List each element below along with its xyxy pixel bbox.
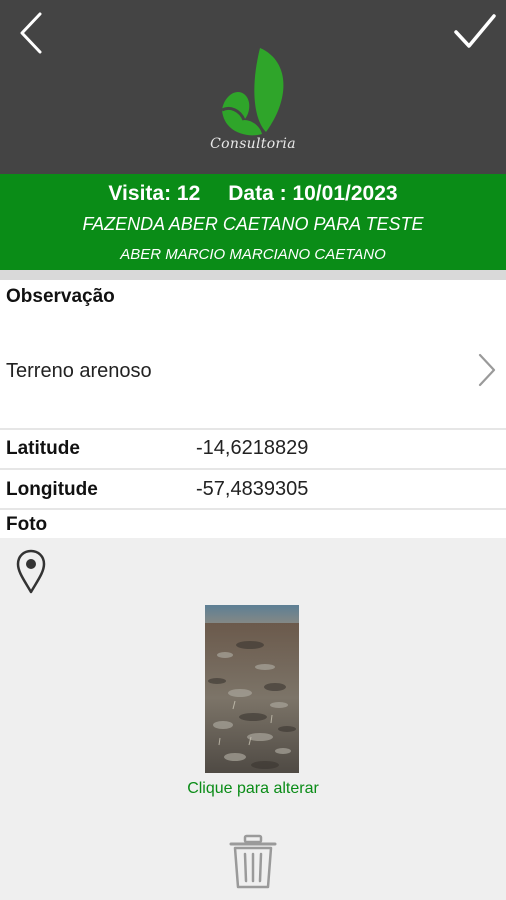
logo-text: Consultoria	[210, 136, 296, 152]
divider	[0, 428, 506, 430]
longitude-value: -57,4839305	[196, 478, 309, 500]
latitude-label: Latitude	[6, 438, 80, 459]
owner-name: ABER MARCIO MARCIANO CAETANO	[120, 246, 386, 263]
divider	[0, 508, 506, 510]
divider	[0, 468, 506, 470]
soil-photo	[205, 605, 299, 773]
checkmark-icon	[454, 14, 496, 48]
visit-number: Visita: 12	[108, 182, 201, 205]
farm-name: FAZENDA ABER CAETANO PARA TESTE	[82, 214, 424, 234]
confirm-button[interactable]	[452, 12, 498, 52]
visit-banner: Visita: 12 Data : 10/01/2023 FAZENDA ABER…	[0, 174, 506, 270]
observation-value: Terreno arenoso	[6, 360, 152, 382]
location-button[interactable]	[14, 548, 48, 594]
app-header: Consultoria	[0, 0, 506, 174]
map-pin-icon	[16, 549, 46, 594]
observation-row[interactable]: Terreno arenoso	[0, 330, 506, 426]
change-photo-link[interactable]: Clique para alterar	[0, 780, 506, 798]
back-button[interactable]	[14, 10, 50, 56]
observation-label: Observação	[6, 286, 115, 307]
details-section: Observação Terreno arenoso Latitude -14,…	[0, 280, 506, 538]
visit-summary: Visita: 12 Data : 10/01/2023	[0, 182, 506, 206]
visit-date: Data : 10/01/2023	[228, 182, 398, 205]
chevron-left-icon	[20, 12, 42, 54]
photo-section: Clique para alterar	[0, 538, 506, 900]
trash-icon	[229, 834, 277, 889]
delete-photo-button[interactable]	[228, 834, 278, 890]
photo-thumbnail[interactable]	[205, 605, 299, 773]
photo-label: Foto	[6, 514, 48, 535]
latitude-value: -14,6218829	[196, 437, 309, 459]
section-divider	[0, 270, 506, 280]
longitude-label: Longitude	[6, 479, 98, 500]
chevron-right-icon	[478, 353, 496, 387]
